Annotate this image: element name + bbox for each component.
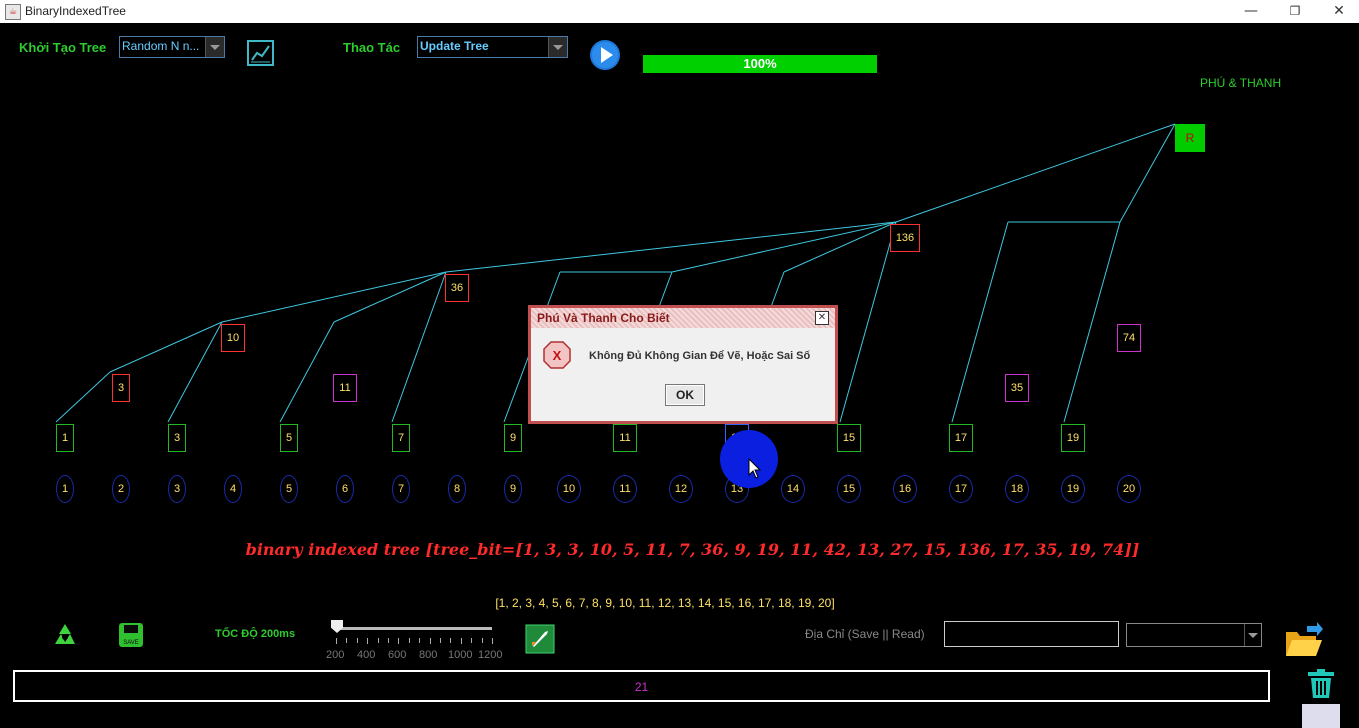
index-cell: 7: [392, 475, 410, 503]
tree-root-node: R: [1175, 124, 1205, 152]
tree-node: 35: [1005, 374, 1029, 402]
dialog-close-icon[interactable]: ✕: [815, 311, 829, 325]
index-cell: 4: [224, 475, 242, 503]
message-dialog: Phú Và Thanh Cho Biết ✕ X Không Đủ Không…: [528, 305, 838, 424]
speed-slider[interactable]: 200 400 600 800 1000 1200: [326, 620, 505, 665]
slider-ticks: [336, 638, 493, 646]
tree-node: 17: [949, 424, 973, 452]
tree-node: 9: [504, 424, 522, 452]
speed-label: TỐC ĐỘ 200ms: [215, 628, 296, 640]
window-title: BinaryIndexedTree: [25, 4, 126, 18]
index-cell: 1: [56, 475, 74, 503]
index-cell: 18: [1005, 475, 1029, 503]
tree-node: 5: [280, 424, 298, 452]
window-title-bar: ☕ BinaryIndexedTree — ❐ ✕: [0, 0, 1359, 23]
save-icon[interactable]: SAVE: [118, 622, 144, 648]
index-cell: 3: [168, 475, 186, 503]
index-cell: 8: [448, 475, 466, 503]
slider-thumb[interactable]: [331, 620, 343, 633]
index-cell: 17: [949, 475, 973, 503]
dialog-title: Phú Và Thanh Cho Biết: [537, 311, 670, 325]
tree-node: 7: [392, 424, 410, 452]
tree-lines: [55, 123, 1176, 423]
index-cell: 10: [557, 475, 581, 503]
index-cell: 20: [1117, 475, 1141, 503]
svg-text:X: X: [553, 348, 562, 363]
array-text: [1, 2, 3, 4, 5, 6, 7, 8, 9, 10, 11, 12, …: [495, 596, 835, 610]
index-cell: 6: [336, 475, 354, 503]
java-app-icon: ☕: [5, 4, 21, 20]
index-cell: 5: [280, 475, 298, 503]
slider-label-1000: 1000: [448, 649, 473, 661]
minimize-button[interactable]: —: [1228, 0, 1274, 23]
tree-node: 15: [837, 424, 861, 452]
console-text: 21: [634, 680, 649, 694]
index-cell: 11: [613, 475, 637, 503]
slider-label-800: 800: [419, 649, 438, 661]
tree-node: 11: [613, 424, 637, 452]
address-select[interactable]: [1126, 623, 1262, 647]
mouse-cursor-icon: [748, 458, 762, 479]
recycle-icon[interactable]: [52, 622, 78, 648]
dialog-title-bar: Phú Và Thanh Cho Biết: [531, 308, 835, 328]
tree-bit-text: binary indexed tree [tree_bit=[1, 3, 3, …: [245, 540, 1140, 559]
tree-node: 10: [221, 324, 245, 352]
address-input[interactable]: [944, 621, 1119, 647]
slider-label-1200: 1200: [478, 649, 503, 661]
slider-track[interactable]: [335, 627, 492, 630]
tree-node: 11: [333, 374, 357, 402]
index-cell: 9: [504, 475, 522, 503]
tree-node: 1: [56, 424, 74, 452]
close-button[interactable]: ✕: [1316, 0, 1359, 23]
watermark-logo: [1302, 704, 1340, 728]
index-cell: 2: [112, 475, 130, 503]
chevron-down-icon[interactable]: [1244, 624, 1261, 646]
open-folder-icon[interactable]: [1283, 622, 1323, 660]
slider-label-200: 200: [326, 649, 345, 661]
address-label: Địa Chỉ (Save || Read): [805, 627, 925, 641]
slider-label-400: 400: [357, 649, 376, 661]
trash-icon[interactable]: [1304, 668, 1338, 700]
index-cell: 16: [893, 475, 917, 503]
output-console: 21: [13, 670, 1270, 702]
rocket-icon[interactable]: [525, 624, 555, 654]
save-icon-text: SAVE: [123, 640, 139, 646]
index-cell: 19: [1061, 475, 1085, 503]
tree-node: 74: [1117, 324, 1141, 352]
restore-button[interactable]: ❐: [1272, 0, 1318, 23]
dialog-message: Không Đủ Không Gian Để Vẽ, Hoặc Sai Số: [589, 350, 811, 362]
tree-node: 3: [112, 374, 130, 402]
error-icon: X: [543, 341, 571, 369]
index-cell: 15: [837, 475, 861, 503]
slider-label-600: 600: [388, 649, 407, 661]
tree-node: 19: [1061, 424, 1085, 452]
index-cell: 14: [781, 475, 805, 503]
index-cell: 12: [669, 475, 693, 503]
ok-button[interactable]: OK: [665, 384, 705, 406]
tree-node: 136: [890, 224, 920, 252]
tree-node: 36: [445, 274, 469, 302]
tree-node: 3: [168, 424, 186, 452]
